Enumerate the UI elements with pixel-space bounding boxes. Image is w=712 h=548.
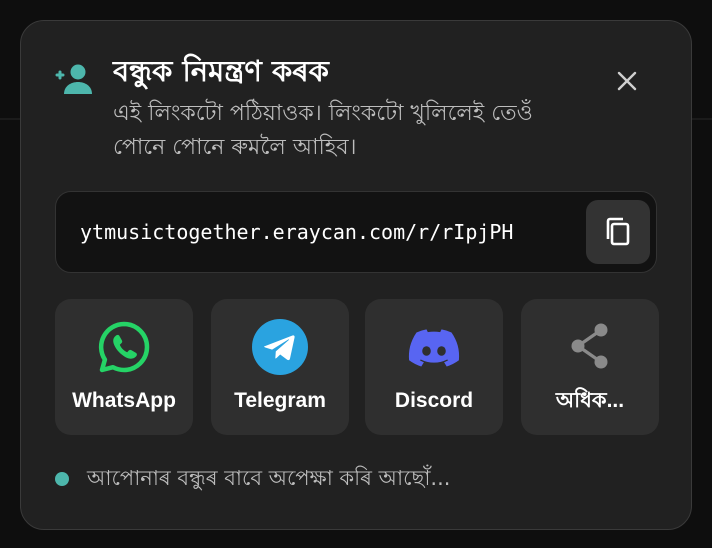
close-button[interactable] xyxy=(611,65,643,97)
share-discord-button[interactable]: Discord xyxy=(365,299,503,435)
invite-friend-dialog: বন্ধুক নিমন্ত্ৰণ কৰক এই লিংকটো পঠিয়াওক।… xyxy=(20,20,692,530)
share-label: Discord xyxy=(394,389,474,412)
discord-icon xyxy=(408,329,460,367)
invite-link-field: ytmusictogether.eraycan.com/r/rIpjPH xyxy=(55,191,657,273)
share-telegram-button[interactable]: Telegram xyxy=(211,299,349,435)
share-label: Telegram xyxy=(234,389,326,412)
share-more-button[interactable]: অধিক... xyxy=(521,299,659,435)
person-add-icon xyxy=(55,64,92,94)
waiting-status-text: আপোনাৰ বন্ধুৰ বাবে অপেক্ষা কৰি আছোঁ... xyxy=(87,466,451,490)
copy-icon xyxy=(606,217,630,246)
copy-link-button[interactable] xyxy=(586,200,650,264)
share-icon xyxy=(571,323,608,369)
invite-link-text[interactable]: ytmusictogether.eraycan.com/r/rIpjPH xyxy=(80,192,513,272)
share-label: অধিক... xyxy=(555,389,625,412)
share-whatsapp-button[interactable]: WhatsApp xyxy=(55,299,193,435)
share-label: WhatsApp xyxy=(72,389,176,412)
dialog-title: বন্ধুক নিমন্ত্ৰণ কৰক xyxy=(113,54,329,88)
telegram-icon xyxy=(252,319,308,375)
close-icon xyxy=(617,71,637,91)
waiting-status-dot xyxy=(55,472,69,486)
whatsapp-icon xyxy=(98,321,150,373)
dialog-subtitle: এই লিংকটো পঠিয়াওক। লিংকটো খুলিলেই তেওঁ … xyxy=(113,101,533,160)
